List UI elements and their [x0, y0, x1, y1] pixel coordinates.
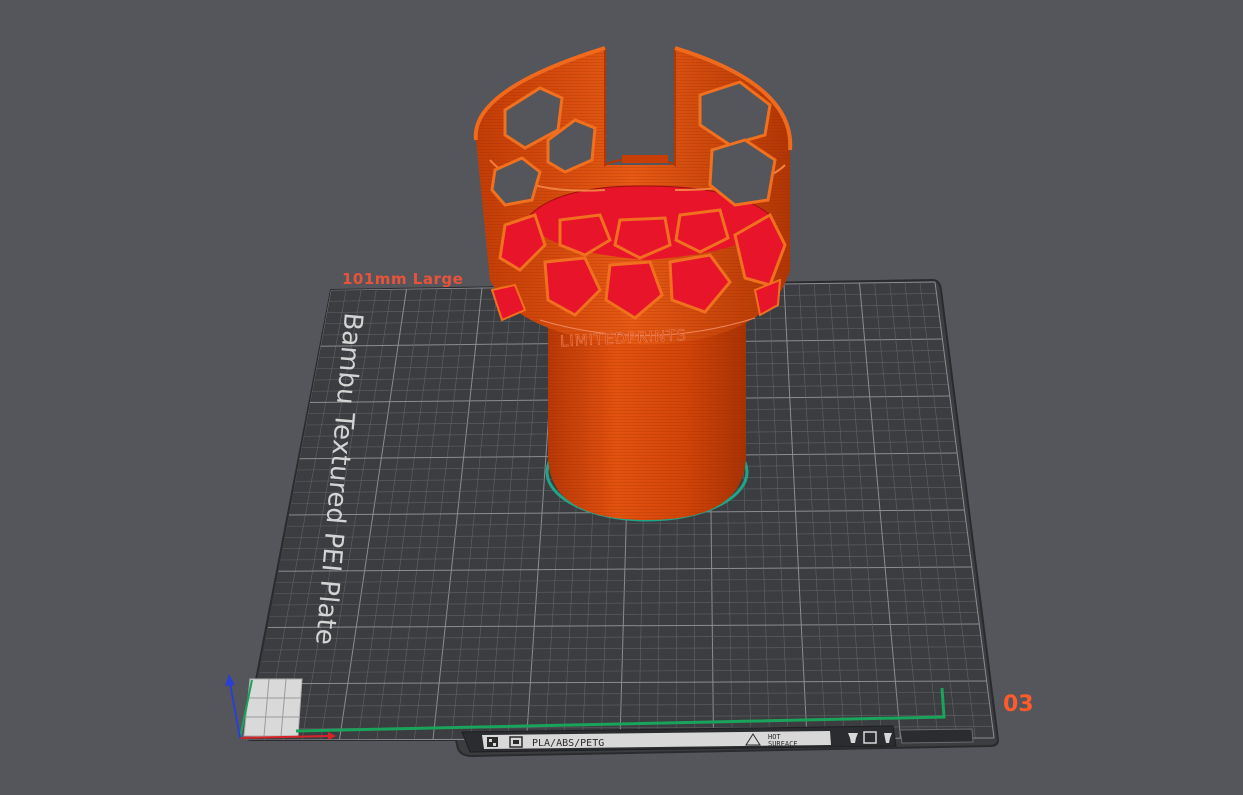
plate-index-label[interactable]: 03: [1003, 692, 1034, 717]
bambu-logo-icon: [487, 737, 498, 747]
plate-name-label[interactable]: 101mm Large: [342, 270, 463, 288]
model-slot: [604, 48, 676, 167]
material-label: PLA/ABS/PETG: [532, 738, 604, 749]
origin-marker: [243, 678, 303, 737]
3d-viewport[interactable]: Bambu Textured PEI Plate PLA/ABS/PETG HO…: [0, 0, 1243, 790]
hot-surface-line2: SURFACE: [768, 740, 798, 748]
scene-canvas[interactable]: Bambu Textured PEI Plate PLA/ABS/PETG HO…: [0, 0, 1243, 790]
